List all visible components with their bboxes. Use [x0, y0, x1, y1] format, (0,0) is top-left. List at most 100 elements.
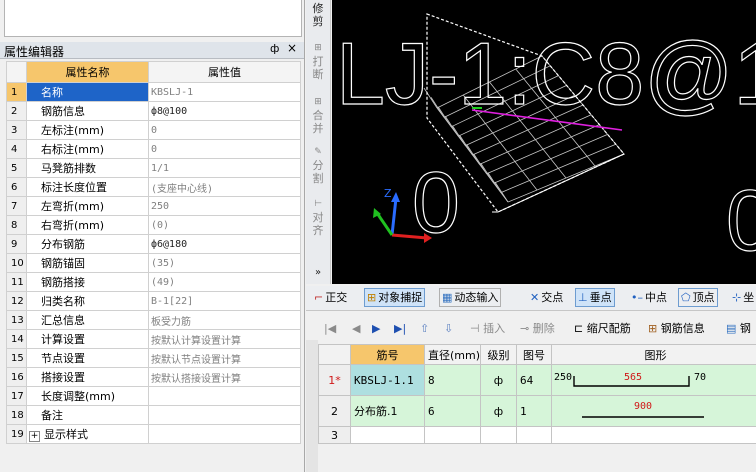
- close-icon[interactable]: ×: [287, 41, 297, 55]
- property-name[interactable]: 钢筋信息: [26, 101, 149, 121]
- intersection-snap-button[interactable]: ✕ 交点: [528, 289, 565, 306]
- rebar-grade[interactable]: [480, 426, 517, 444]
- trim-button[interactable]: 修剪: [310, 2, 326, 28]
- property-value[interactable]: ф8@100: [148, 101, 301, 121]
- property-name[interactable]: 马凳筋排数: [26, 158, 149, 178]
- shape-middle-length[interactable]: 900: [634, 401, 652, 412]
- first-record-icon[interactable]: |◀: [324, 321, 336, 337]
- property-value[interactable]: B-1[22]: [148, 291, 301, 311]
- property-row[interactable]: 7 左弯折(mm) 250: [6, 196, 301, 216]
- break-button[interactable]: ⊞ 打断: [310, 40, 326, 81]
- property-value[interactable]: 0: [148, 139, 301, 159]
- property-row[interactable]: 2 钢筋信息 ф8@100: [6, 101, 301, 121]
- rebar-diameter[interactable]: 6: [424, 395, 481, 427]
- rebar-shape-cell[interactable]: 900: [551, 395, 756, 427]
- vertex-snap-button[interactable]: ⬠ 顶点: [678, 288, 718, 307]
- upper-list-box[interactable]: [4, 0, 302, 37]
- property-row[interactable]: 17 长度调整(mm): [6, 386, 301, 406]
- property-name[interactable]: 钢筋搭接: [26, 272, 149, 292]
- property-row[interactable]: 12 归类名称 B-1[22]: [6, 291, 301, 311]
- rebar-bar-no[interactable]: KBSLJ-1.1: [350, 364, 425, 396]
- column-header-diameter[interactable]: 直径(mm): [424, 344, 481, 365]
- column-header-bar-no[interactable]: 筋号: [350, 344, 425, 365]
- property-name[interactable]: 归类名称: [26, 291, 149, 311]
- last-record-icon[interactable]: ▶|: [394, 321, 406, 337]
- property-row[interactable]: 9 分布钢筋 ф6@180: [6, 234, 301, 254]
- move-down-icon[interactable]: ⇩: [444, 321, 453, 337]
- rebar-figure-no[interactable]: 1: [516, 395, 552, 427]
- property-name[interactable]: 标注长度位置: [26, 177, 149, 197]
- property-row[interactable]: 1 名称 KBSLJ-1: [6, 82, 301, 102]
- property-value[interactable]: 1/1: [148, 158, 301, 178]
- property-row[interactable]: 11 钢筋搭接 (49): [6, 272, 301, 292]
- rebar-bar-no[interactable]: 分布筋.1: [350, 395, 425, 427]
- property-name[interactable]: 计算设置: [26, 329, 149, 349]
- merge-button[interactable]: ⊞ 合并: [310, 94, 326, 135]
- property-value[interactable]: [148, 405, 301, 425]
- property-name[interactable]: 备注: [26, 405, 149, 425]
- 3d-viewport[interactable]: LJ-1:C8@1 0 0 Z: [332, 0, 756, 284]
- property-row[interactable]: 14 计算设置 按默认计算设置计算: [6, 329, 301, 349]
- property-name[interactable]: 搭接设置: [26, 367, 149, 387]
- property-row[interactable]: 5 马凳筋排数 1/1: [6, 158, 301, 178]
- rebar-shape-cell[interactable]: [551, 426, 756, 444]
- property-value[interactable]: 按默认搭接设置计算: [148, 367, 301, 387]
- property-value[interactable]: 250: [148, 196, 301, 216]
- delete-button[interactable]: ⊸ 删除: [520, 321, 555, 337]
- rebar-diameter[interactable]: [424, 426, 481, 444]
- property-value[interactable]: (49): [148, 272, 301, 292]
- expand-plus-icon[interactable]: +: [29, 431, 40, 442]
- property-row[interactable]: 8 右弯折(mm) (0): [6, 215, 301, 235]
- property-value[interactable]: 按默认节点设置计算: [148, 348, 301, 368]
- rebar-figure-no[interactable]: 64: [516, 364, 552, 396]
- rebar-row[interactable]: 3: [318, 426, 756, 444]
- property-value[interactable]: ф6@180: [148, 234, 301, 254]
- property-value[interactable]: (35): [148, 253, 301, 273]
- coordinate-button[interactable]: ⊹ 坐: [730, 289, 756, 306]
- rebar-shape-cell[interactable]: 250 565 70: [551, 364, 756, 396]
- property-name[interactable]: 节点设置: [26, 348, 149, 368]
- shape-middle-length[interactable]: 565: [624, 372, 642, 383]
- property-name[interactable]: 右弯折(mm): [26, 215, 149, 235]
- split-button[interactable]: ✎ 分割: [310, 144, 326, 185]
- prev-record-icon[interactable]: ◀: [352, 321, 360, 337]
- property-value[interactable]: (0): [148, 215, 301, 235]
- property-row[interactable]: 13 汇总信息 板受力筋: [6, 310, 301, 330]
- ortho-button[interactable]: ⌐ 正交: [312, 289, 349, 306]
- property-name[interactable]: 汇总信息: [26, 310, 149, 330]
- next-record-icon[interactable]: ▶: [372, 321, 380, 337]
- property-value[interactable]: KBSLJ-1: [148, 82, 301, 102]
- rebar-row[interactable]: 2分布筋.16ф19009: [318, 395, 756, 427]
- property-row[interactable]: 18 备注: [6, 405, 301, 425]
- property-value[interactable]: 按默认计算设置计算: [148, 329, 301, 349]
- midpoint-snap-button[interactable]: •– 中点: [629, 289, 669, 306]
- align-button[interactable]: ⊢ 对齐: [310, 196, 326, 237]
- shape-right-length[interactable]: 70: [694, 372, 706, 383]
- pin-icon[interactable]: ф: [270, 42, 279, 55]
- property-row[interactable]: 15 节点设置 按默认节点设置计算: [6, 348, 301, 368]
- object-snap-button[interactable]: ⊞ 对象捕捉: [364, 288, 426, 307]
- perpendicular-snap-button[interactable]: ⊥ 垂点: [575, 288, 615, 307]
- property-row[interactable]: 6 标注长度位置 (支座中心线): [6, 177, 301, 197]
- column-header-figure-no[interactable]: 图号: [516, 344, 552, 365]
- rebar-bar-no[interactable]: [350, 426, 425, 444]
- property-value[interactable]: [148, 424, 301, 444]
- rebar-grade[interactable]: ф: [480, 395, 517, 427]
- rebar-grade[interactable]: ф: [480, 364, 517, 396]
- property-name[interactable]: 左标注(mm): [26, 120, 149, 140]
- more-tools-chevron-icon[interactable]: »: [310, 266, 326, 279]
- property-row[interactable]: 19 + 显示样式: [6, 424, 301, 444]
- rebar-figure-no[interactable]: [516, 426, 552, 444]
- property-row[interactable]: 16 搭接设置 按默认搭接设置计算: [6, 367, 301, 387]
- scale-rebar-button[interactable]: ⊏ 缩尺配筋: [574, 321, 631, 337]
- property-row[interactable]: 4 右标注(mm) 0: [6, 139, 301, 159]
- rebar-more-button[interactable]: ▤ 钢: [726, 321, 751, 337]
- column-header-value[interactable]: 属性值: [148, 61, 301, 83]
- property-value[interactable]: (支座中心线): [148, 177, 301, 197]
- move-up-icon[interactable]: ⇧: [420, 321, 429, 337]
- shape-left-length[interactable]: 250: [554, 372, 572, 383]
- rebar-info-button[interactable]: ⊞ 钢筋信息: [648, 321, 705, 337]
- rebar-row[interactable]: 1*KBSLJ-1.18ф64250565704: [318, 364, 756, 396]
- column-header-shape[interactable]: 图形: [551, 344, 756, 365]
- property-value[interactable]: 0: [148, 120, 301, 140]
